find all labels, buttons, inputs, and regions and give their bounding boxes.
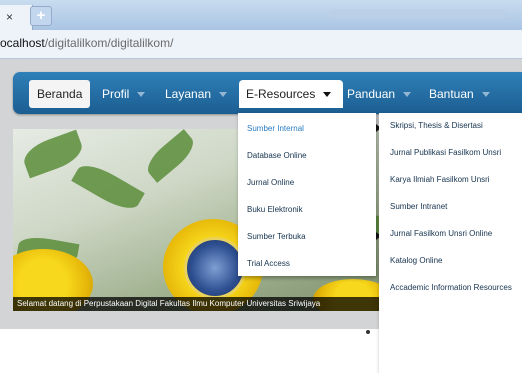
url-text[interactable]: ocalhost/digitalilkom/digitalilkom/ (0, 36, 173, 50)
url-host: ocalhost (0, 36, 45, 50)
chevron-down-icon (219, 92, 228, 98)
submenu-item-karya-ilmiah[interactable]: Karya Ilmiah Fasilkom Unsri (390, 172, 516, 188)
menu-item-trial-access[interactable]: Trial Access (247, 259, 290, 268)
address-bar[interactable]: ocalhost/digitalilkom/digitalilkom/ (0, 30, 522, 59)
university-logo (184, 237, 246, 299)
slider-caption: Selamat datang di Perpustakaan Digital F… (13, 297, 383, 311)
chevron-down-icon (137, 92, 146, 98)
nav-profil[interactable]: Profil (102, 80, 146, 108)
menu-item-buku-elektronik[interactable]: Buku Elektronik (247, 205, 303, 214)
e-resources-dropdown: Sumber Internal Database Online Jurnal O… (238, 113, 376, 276)
nav-label: Layanan (165, 87, 212, 101)
submenu-item-jurnal-publikasi[interactable]: Jurnal Publikasi Fasilkom Unsri (390, 145, 516, 161)
submenu-item-jurnal-online[interactable]: Jurnal Fasilkom Unsri Online (390, 226, 516, 242)
menu-item-jurnal-online[interactable]: Jurnal Online (247, 178, 294, 187)
menu-item-database-online[interactable]: Database Online (247, 151, 307, 160)
submenu-item-sumber-intranet[interactable]: Sumber Intranet (390, 199, 516, 215)
url-path: /digitalilkom/digitalilkom/ (44, 36, 174, 50)
nav-label: Profil (102, 87, 130, 101)
browser-tab[interactable]: × (0, 5, 33, 30)
nav-label: Beranda (37, 87, 83, 101)
page-content: Beranda Profil Layanan E-Resources Pandu… (0, 59, 522, 373)
menu-item-sumber-terbuka[interactable]: Sumber Terbuka (247, 232, 306, 241)
nav-label: Bantuan (429, 87, 474, 101)
leaf-shape (141, 129, 200, 183)
chevron-down-icon (403, 92, 412, 98)
nav-label: Panduan (347, 87, 396, 101)
close-tab-icon[interactable]: × (6, 11, 13, 23)
chevron-down-icon (323, 92, 332, 98)
nav-beranda[interactable]: Beranda (29, 80, 91, 108)
slider-dot[interactable] (366, 330, 370, 334)
nav-e-resources[interactable]: E-Resources (239, 80, 343, 108)
sumber-internal-submenu: Skripsi, Thesis & Disertasi Jurnal Publi… (379, 113, 522, 373)
leaf-shape (71, 158, 145, 216)
new-tab-button[interactable]: + (30, 6, 52, 26)
nav-panduan[interactable]: Panduan (347, 80, 412, 108)
menu-item-sumber-internal[interactable]: Sumber Internal (247, 124, 304, 133)
browser-tabstrip: × + (0, 0, 522, 30)
nav-bantuan[interactable]: Bantuan (429, 80, 490, 108)
nav-label: E-Resources (246, 87, 316, 101)
nav-layanan[interactable]: Layanan (165, 80, 228, 108)
submenu-item-katalog-online[interactable]: Katalog Online (390, 253, 516, 269)
submenu-item-skripsi[interactable]: Skripsi, Thesis & Disertasi (390, 118, 516, 134)
window-title (330, 9, 506, 19)
main-navbar: Beranda Profil Layanan E-Resources Pandu… (13, 72, 522, 114)
submenu-item-academic-resources[interactable]: Accademic Information Resources (390, 280, 516, 296)
chevron-down-icon (481, 92, 490, 98)
